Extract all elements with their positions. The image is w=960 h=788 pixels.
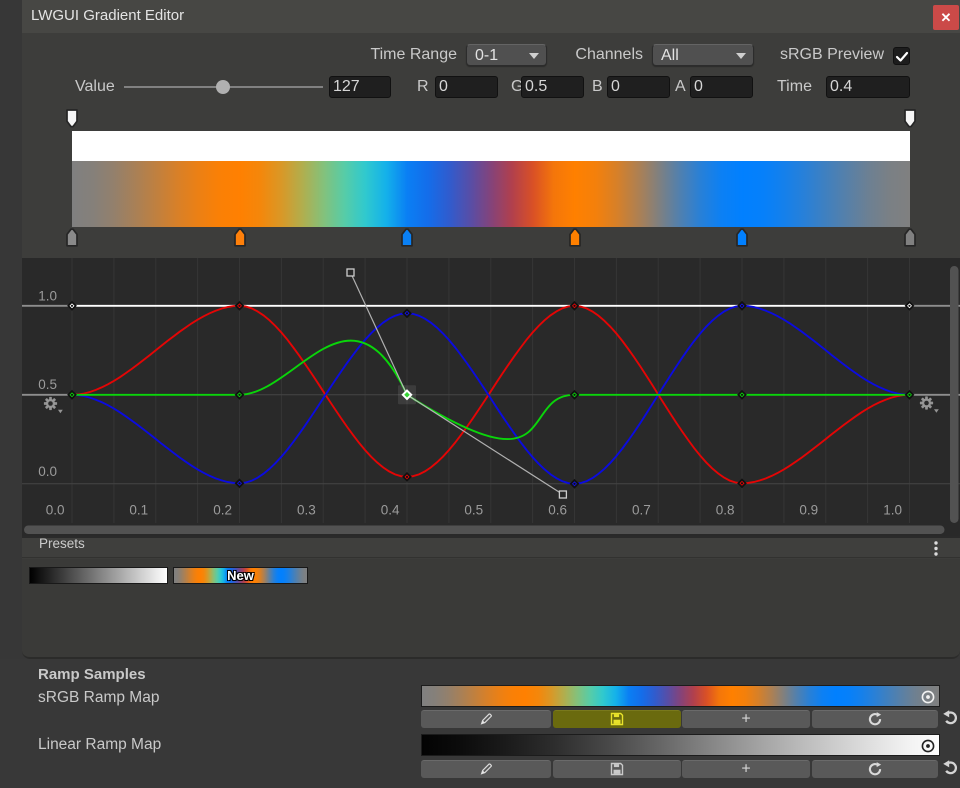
svg-text:0.0: 0.0 [38, 464, 57, 479]
svg-text:0.7: 0.7 [632, 503, 651, 518]
svg-text:1.0: 1.0 [38, 288, 57, 303]
svg-text:1.0: 1.0 [883, 503, 902, 518]
svg-text:0.1: 0.1 [129, 503, 148, 518]
svg-text:0.8: 0.8 [716, 503, 735, 518]
svg-text:0.5: 0.5 [464, 503, 483, 518]
svg-text:0.5: 0.5 [38, 377, 57, 392]
svg-text:0.3: 0.3 [297, 503, 316, 518]
svg-text:0.9: 0.9 [799, 503, 818, 518]
svg-text:0.4: 0.4 [381, 503, 400, 518]
svg-text:0.6: 0.6 [548, 503, 567, 518]
svg-text:0.0: 0.0 [46, 503, 65, 518]
svg-text:0.2: 0.2 [213, 503, 232, 518]
